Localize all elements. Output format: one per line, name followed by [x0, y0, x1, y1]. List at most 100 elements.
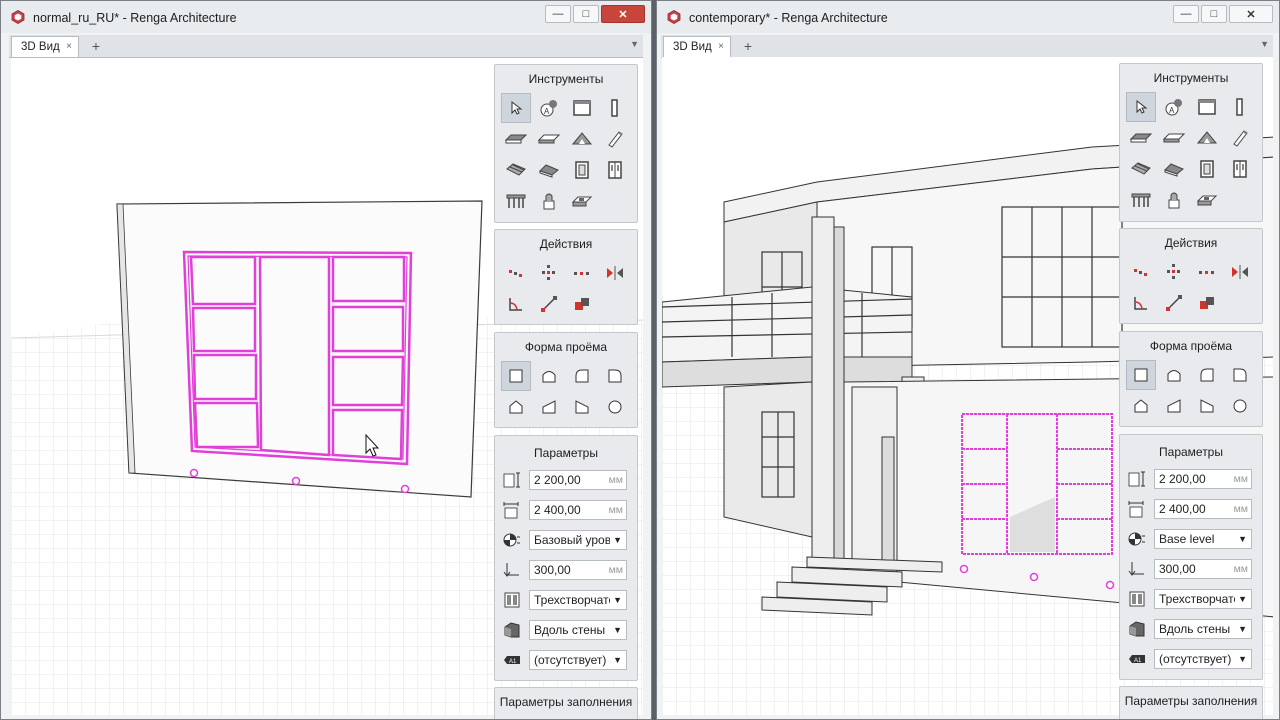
beam-icon[interactable] [600, 124, 630, 154]
opening-icon[interactable] [567, 186, 597, 216]
equipment-icon[interactable] [534, 186, 564, 216]
add-tab-button[interactable]: + [87, 36, 105, 56]
offset-row: 300,00 мм [503, 560, 633, 580]
window-style-select[interactable]: Трехстворчатое ▼ [1154, 589, 1252, 609]
unit-label: мм [608, 504, 623, 516]
pentagon-shape-icon[interactable] [1126, 391, 1156, 421]
slab-icon[interactable] [1126, 123, 1156, 153]
placement-select[interactable]: Вдоль стены ▼ [529, 620, 627, 640]
renga-window-contemporary: contemporary* - Renga Architecture — □ ✕… [656, 0, 1280, 720]
align-icon[interactable] [1126, 288, 1156, 318]
floor-icon[interactable] [534, 124, 564, 154]
annotation-icon[interactable]: A [534, 93, 564, 123]
pentagon-shape-icon[interactable] [501, 392, 531, 422]
move-icon[interactable] [501, 258, 531, 288]
floor-icon[interactable] [1159, 123, 1189, 153]
tab-menu-icon[interactable]: ▼ [630, 39, 639, 49]
connect-icon[interactable] [534, 289, 564, 319]
align-icon[interactable] [501, 289, 531, 319]
slab-icon[interactable] [501, 124, 531, 154]
rotate-copy-icon[interactable] [1159, 257, 1189, 287]
mark-select[interactable]: (отсутствует) ▼ [1154, 649, 1252, 669]
trapezoid-left-icon[interactable] [534, 392, 564, 422]
opening-icon[interactable] [1192, 185, 1222, 215]
window-icon[interactable] [1192, 154, 1222, 184]
maximize-button[interactable]: □ [573, 5, 599, 23]
circle-shape-icon[interactable] [1225, 391, 1255, 421]
equipment-icon[interactable] [1159, 185, 1189, 215]
join-icon[interactable] [1192, 288, 1222, 318]
ramp-icon[interactable] [1159, 154, 1189, 184]
array-icon[interactable] [1192, 257, 1222, 287]
corner-arch-left-icon[interactable] [567, 361, 597, 391]
add-tab-button[interactable]: + [739, 36, 757, 56]
minimize-button[interactable]: — [1173, 5, 1199, 23]
level-select[interactable]: Base level ▼ [1154, 529, 1252, 549]
height-input[interactable]: 2 200,00 мм [529, 470, 627, 490]
annotation-icon[interactable]: A [1159, 92, 1189, 122]
roof-icon[interactable] [1192, 123, 1222, 153]
connect-icon[interactable] [1159, 288, 1189, 318]
offset-input[interactable]: 300,00 мм [529, 560, 627, 580]
tab-3d-view[interactable]: 3D Вид × [11, 36, 79, 57]
offset-input[interactable]: 300,00 мм [1154, 559, 1252, 579]
width-input[interactable]: 2 400,00 мм [529, 500, 627, 520]
array-icon[interactable] [567, 258, 597, 288]
tab-close-icon[interactable]: × [66, 37, 72, 57]
window-icon[interactable] [567, 155, 597, 185]
rectangle-shape-icon[interactable] [501, 361, 531, 391]
stair-icon[interactable] [501, 155, 531, 185]
fill-parameters-panel[interactable]: Параметры заполнения [494, 687, 638, 719]
rectangle-shape-icon[interactable] [1126, 360, 1156, 390]
tab-3d-view[interactable]: 3D Вид × [663, 36, 731, 57]
column-icon[interactable] [1225, 92, 1255, 122]
window-style-select[interactable]: Трехстворчатое ▼ [529, 590, 627, 610]
trapezoid-left-icon[interactable] [1159, 391, 1189, 421]
level-select[interactable]: Базовый уровень▼ [529, 530, 627, 550]
railing-icon[interactable] [1126, 185, 1156, 215]
mirror-icon[interactable] [1225, 257, 1255, 287]
corner-arch-left-icon[interactable] [1192, 360, 1222, 390]
arch-shape-icon[interactable] [534, 361, 564, 391]
fill-parameters-panel[interactable]: Параметры заполнения [1119, 686, 1263, 719]
close-button[interactable]: ✕ [601, 5, 645, 23]
title-bar[interactable]: normal_ru_RU* - Renga Architecture — □ ✕ [1, 1, 651, 33]
corner-arch-right-icon[interactable] [1225, 360, 1255, 390]
circle-shape-icon[interactable] [600, 392, 630, 422]
trapezoid-right-icon[interactable] [567, 392, 597, 422]
close-button[interactable]: ✕ [1229, 5, 1273, 23]
tools-grid: A [501, 93, 630, 216]
column-icon[interactable] [600, 93, 630, 123]
arch-shape-icon[interactable] [1159, 360, 1189, 390]
beam-icon[interactable] [1225, 123, 1255, 153]
move-icon[interactable] [1126, 257, 1156, 287]
corner-arch-right-icon[interactable] [600, 361, 630, 391]
tab-menu-icon[interactable]: ▼ [1260, 39, 1269, 49]
placement-select[interactable]: Вдоль стены ▼ [1154, 619, 1252, 639]
roof-icon[interactable] [567, 124, 597, 154]
tools-title: Инструменты [528, 72, 604, 86]
ramp-icon[interactable] [534, 155, 564, 185]
mirror-icon[interactable] [600, 258, 630, 288]
maximize-button[interactable]: □ [1201, 5, 1227, 23]
door-icon[interactable] [1225, 154, 1255, 184]
chevron-down-icon: ▼ [610, 621, 622, 639]
select-icon[interactable] [501, 93, 531, 123]
stair-icon[interactable] [1126, 154, 1156, 184]
mark-select[interactable]: (отсутствует) ▼ [529, 650, 627, 670]
railing-icon[interactable] [501, 186, 531, 216]
placement-icon [504, 622, 520, 638]
title-bar[interactable]: contemporary* - Renga Architecture — □ ✕ [657, 1, 1279, 33]
tab-close-icon[interactable]: × [718, 37, 724, 57]
select-icon[interactable] [1126, 92, 1156, 122]
rotate-copy-icon[interactable] [534, 258, 564, 288]
placement-row: Вдоль стены ▼ [503, 620, 633, 640]
minimize-button[interactable]: — [545, 5, 571, 23]
width-input[interactable]: 2 400,00 мм [1154, 499, 1252, 519]
door-icon[interactable] [600, 155, 630, 185]
join-icon[interactable] [567, 289, 597, 319]
trapezoid-right-icon[interactable] [1192, 391, 1222, 421]
wall-icon[interactable] [567, 93, 597, 123]
wall-icon[interactable] [1192, 92, 1222, 122]
height-input[interactable]: 2 200,00 мм [1154, 469, 1252, 489]
